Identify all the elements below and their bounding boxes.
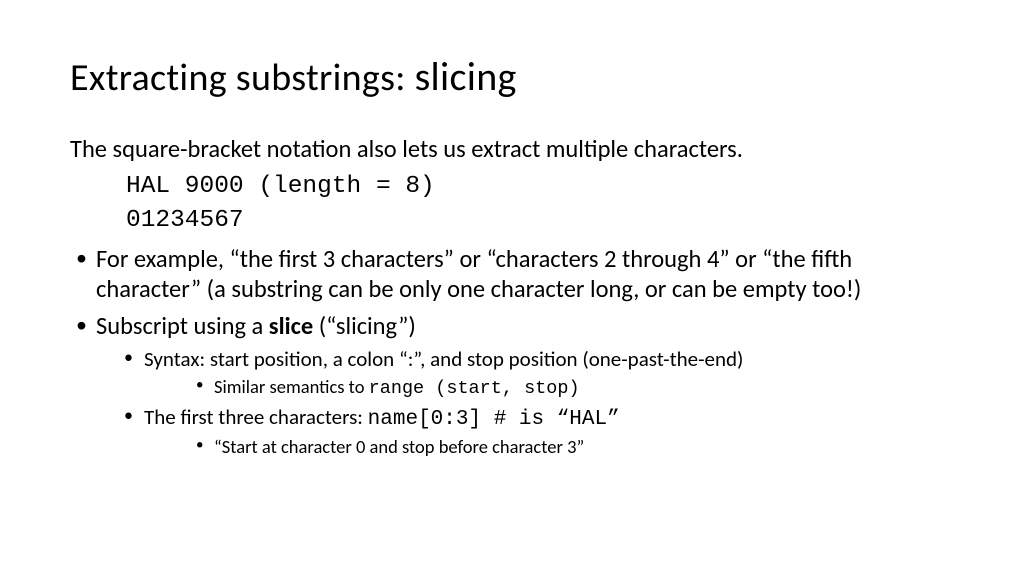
bullet-1: For example, “the first 3 characters” or…	[70, 244, 954, 305]
bullet-2-1-1-pre: Similar semantics to	[214, 375, 369, 398]
bullet-2-bold: slice	[269, 311, 313, 341]
bullet-2-1-1-code: range (start, stop)	[369, 378, 580, 399]
bullet-2-2-code: name[0:3] # is “HAL”	[368, 408, 620, 431]
slide-title: Extracting substrings: slicing	[70, 52, 954, 101]
bullet-2-post: (“slicing”)	[313, 311, 416, 341]
code-example: HAL 9000 (length = 8) 01234567	[126, 170, 954, 238]
sub-sub-bullet-list-1: Similar semantics to range (start, stop)	[144, 375, 954, 402]
bullet-2-2: The first three characters: name[0:3] # …	[96, 404, 954, 460]
bullet-2-2-1: “Start at character 0 and stop before ch…	[144, 435, 954, 460]
bullet-2-1: Syntax: start position, a colon “:”, and…	[96, 346, 954, 402]
intro-text: The square-bracket notation also lets us…	[70, 133, 954, 166]
bullet-2-1-1: Similar semantics to range (start, stop)	[144, 375, 954, 402]
title-emphasis: slicing	[415, 52, 517, 101]
code-line-1: HAL 9000 (length = 8)	[126, 170, 954, 204]
bullet-2: Subscript using a slice (“slicing”) Synt…	[70, 311, 954, 460]
bullet-list: For example, “the first 3 characters” or…	[70, 244, 954, 460]
sub-bullet-list: Syntax: start position, a colon “:”, and…	[96, 346, 954, 461]
bullet-2-pre: Subscript using a	[96, 311, 269, 341]
bullet-2-2-pre: The first three characters:	[144, 404, 368, 430]
title-prefix: Extracting substrings:	[70, 55, 415, 101]
code-line-2: 01234567	[126, 204, 954, 238]
bullet-2-1-text: Syntax: start position, a colon “:”, and…	[144, 346, 743, 372]
sub-sub-bullet-list-2: “Start at character 0 and stop before ch…	[144, 435, 954, 460]
